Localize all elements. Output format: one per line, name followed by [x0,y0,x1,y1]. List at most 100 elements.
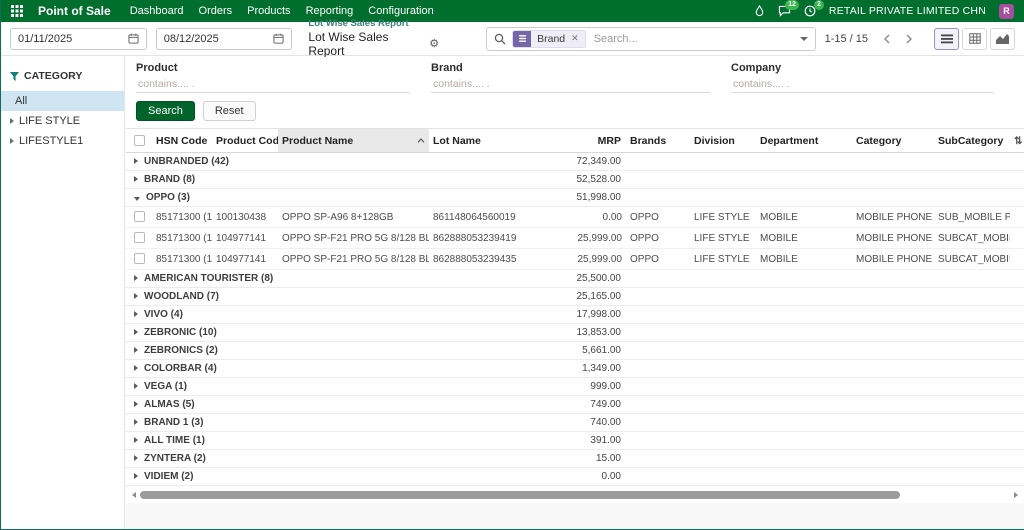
sort-asc-icon [417,138,425,143]
column-header-brands[interactable]: Brands [626,128,690,153]
caret-right-icon [134,365,138,371]
column-header-lot-name[interactable]: Lot Name [429,128,562,153]
top-navbar: Point of Sale Dashboard Orders Products … [1,0,1024,22]
apps-grid-icon[interactable] [11,5,23,17]
caret-right-icon [134,311,138,317]
activities-clock-icon[interactable]: 2 [804,0,824,17]
date-from-input[interactable]: 01/11/2025 [10,27,147,50]
group-row-almas[interactable]: ALMAS (5) 749.00 [126,395,1024,414]
reset-button[interactable]: Reset [202,101,256,121]
group-row-american-tourister[interactable]: AMERICAN TOURISTER (8) 25,500.00 [126,269,1024,288]
column-header-subcategory[interactable]: SubCategory [934,128,1010,153]
column-header-hsn-code[interactable]: HSN Code [152,128,212,153]
group-row-brand[interactable]: BRAND (8) 52,528.00 [126,170,1024,189]
caret-right-icon [134,419,138,425]
column-header-product-code[interactable]: Product Code [212,128,278,153]
column-header-product-name[interactable]: Product Name [278,128,429,153]
company-filter-input[interactable] [731,75,995,93]
app-title[interactable]: Point of Sale [38,4,111,18]
gear-icon[interactable]: ⚙ [429,38,439,50]
category-sidebar: CATEGORY All LIFE STYLE LIFESTYLE1 [1,57,125,529]
table-row[interactable]: 85171300 (18%) 104977141 OPPO SP-F21 PRO… [126,248,1024,270]
caret-right-icon [10,138,14,144]
row-checkbox[interactable] [134,232,145,244]
column-header-category[interactable]: Category [852,128,934,153]
sidebar-item-life-style[interactable]: LIFE STYLE [1,111,124,131]
caret-right-icon [134,437,138,443]
scroll-left-icon[interactable] [132,492,136,498]
caret-right-icon [134,401,138,407]
group-row-brand-1[interactable]: BRAND 1 (3) 740.00 [126,413,1024,432]
bottom-filler [126,503,1024,529]
table-row[interactable]: 85171300 (18%) 100130438 OPPO SP-A96 8+1… [126,206,1024,228]
pager-next-button[interactable] [899,29,918,48]
sidebar-item-lifestyle1[interactable]: LIFESTYLE1 [1,131,124,151]
group-row-zebronics[interactable]: ZEBRONICS (2) 5,661.00 [126,341,1024,360]
caret-right-icon [10,118,14,124]
messages-icon[interactable]: 12 [778,0,799,17]
group-row-vega[interactable]: VEGA (1) 999.00 [126,377,1024,396]
pager-previous-button[interactable] [877,29,896,48]
group-row-unbranded[interactable]: UNBRANDED (42) 72,349.00 [126,152,1024,171]
breadcrumb: Lot Wise Sales Report Lot Wise Sales Rep… [308,18,439,58]
menu-orders[interactable]: Orders [199,5,233,17]
sidebar-item-all[interactable]: All [1,91,124,111]
pager: 1-15 / 15 [825,29,918,48]
scroll-right-icon[interactable] [1014,492,1018,498]
lot-wise-sales-table: HSN Code Product Code Product Name Lot N… [126,128,1024,486]
row-checkbox[interactable] [134,211,145,223]
caret-right-icon [134,329,138,335]
column-header-mrp[interactable]: MRP [562,128,626,153]
menu-reporting[interactable]: Reporting [306,5,354,17]
pivot-view-button[interactable] [962,27,987,50]
menu-dashboard[interactable]: Dashboard [130,5,184,17]
horizontal-scrollbar[interactable] [132,490,1018,500]
filter-label-company: Company [731,62,782,74]
product-filter-input[interactable] [136,75,411,93]
table-header-row: HSN Code Product Code Product Name Lot N… [126,128,1024,153]
group-row-woodland[interactable]: WOODLAND (7) 25,165.00 [126,287,1024,306]
table-row[interactable]: 85171300 (18%) 104977141 OPPO SP-F21 PRO… [126,227,1024,249]
column-header-division[interactable]: Division [690,128,756,153]
brand-filter-input[interactable] [431,75,710,93]
group-row-zyntera[interactable]: ZYNTERA (2) 15.00 [126,449,1024,468]
row-checkbox[interactable] [134,253,145,265]
caret-down-icon [134,197,140,201]
filter-panel: Product Brand Company Search Reset [126,57,1024,121]
search-facet-brand[interactable]: Brand ✕ [512,29,586,48]
menu-configuration[interactable]: Configuration [368,5,433,17]
pager-range: 1-15 / 15 [824,32,868,45]
close-icon[interactable]: ✕ [571,33,585,44]
caret-right-icon [134,293,138,299]
group-row-zebronic[interactable]: ZEBRONIC (10) 13,853.00 [126,323,1024,342]
search-icon [494,33,506,45]
user-avatar[interactable]: R [999,3,1014,19]
search-input[interactable] [591,31,790,46]
company-name[interactable]: RETAIL PRIVATE LIMITED CHN [829,5,986,17]
calendar-icon [273,33,284,44]
group-row-colorbar[interactable]: COLORBAR (4) 1,349.00 [126,359,1024,378]
group-row-all-time[interactable]: ALL TIME (1) 391.00 [126,431,1024,450]
filter-label-product: Product [136,62,178,74]
date-to-input[interactable]: 08/12/2025 [155,27,293,50]
caret-right-icon [134,347,138,353]
droplet-icon[interactable] [754,5,765,17]
search-button[interactable]: Search [136,101,195,121]
column-header-department[interactable]: Department [756,128,852,153]
scrollbar-thumb[interactable] [140,491,901,499]
group-row-vivo[interactable]: VIVO (4) 17,998.00 [126,305,1024,324]
select-all-checkbox[interactable] [134,135,145,147]
graph-view-button[interactable] [990,27,1015,50]
search-bar[interactable]: Brand ✕ [486,26,816,51]
group-row-vidiem[interactable]: VIDIEM (2) 0.00 [126,467,1024,486]
group-row-oppo[interactable]: OPPO (3) 51,998.00 [126,188,1024,207]
view-switcher [934,27,1015,50]
breadcrumb-link[interactable]: Lot Wise Sales Report [308,18,439,29]
adjust-columns-icon[interactable]: ⇅ [1014,136,1022,147]
main-content: Product Brand Company Search Reset [126,57,1024,529]
scrollbar-track[interactable] [138,491,1012,499]
search-dropdown-caret-icon[interactable] [799,36,808,41]
caret-right-icon [134,455,138,461]
list-view-button[interactable] [934,27,959,50]
menu-products[interactable]: Products [247,5,290,17]
